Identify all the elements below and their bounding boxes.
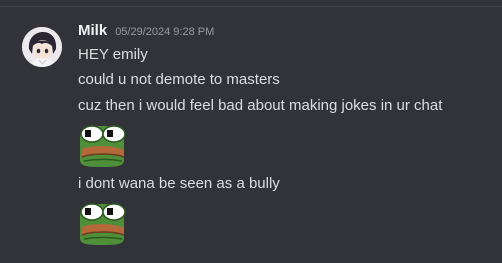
avatar-image <box>22 27 62 67</box>
pepe-frog-icon <box>80 203 126 245</box>
message-line: cuz then i would feel bad about making j… <box>78 97 443 114</box>
message-line: HEY emily <box>78 46 148 63</box>
pepe-frog-emoji[interactable] <box>78 198 126 246</box>
message-line: i dont wana be seen as a bully <box>78 175 280 192</box>
user-avatar[interactable] <box>22 27 62 67</box>
message-header: Milk 05/29/2024 9:28 PM <box>78 22 214 42</box>
timestamp: 05/29/2024 9:28 PM <box>115 26 215 38</box>
message-line: could u not demote to masters <box>78 71 280 88</box>
message-group: Milk 05/29/2024 9:28 PM HEY emily could … <box>0 8 502 263</box>
pepe-frog-icon <box>80 125 126 167</box>
top-divider <box>0 6 502 7</box>
pepe-frog-emoji[interactable] <box>78 120 126 168</box>
username[interactable]: Milk <box>78 22 107 39</box>
